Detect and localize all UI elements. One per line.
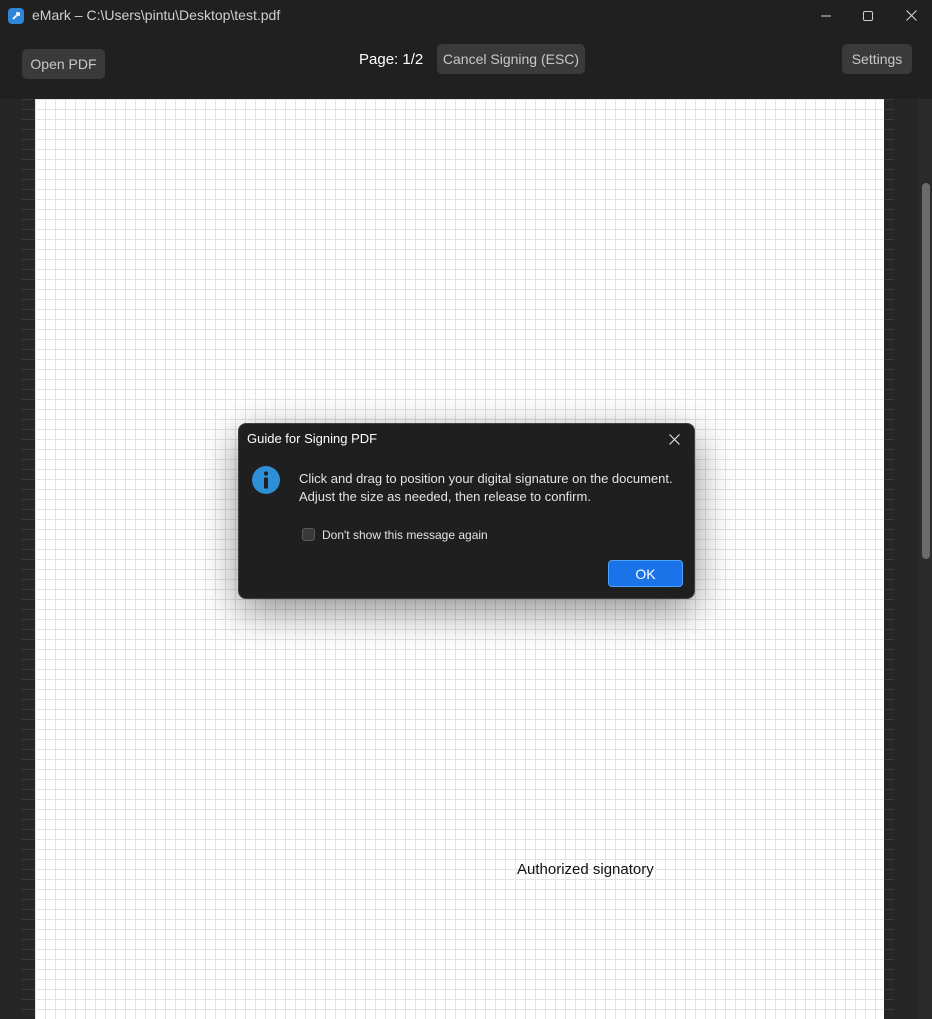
info-icon bbox=[252, 466, 280, 494]
window-title: eMark – C:\Users\pintu\Desktop\test.pdf bbox=[32, 7, 281, 23]
toolbar: Open PDF Page: 1/2 Cancel Signing (ESC) … bbox=[0, 31, 932, 99]
maximize-icon bbox=[863, 10, 873, 21]
signing-guide-dialog: Guide for Signing PDF Click and drag to … bbox=[238, 423, 695, 599]
app-window: eMark – C:\Users\pintu\Desktop\test.pdf … bbox=[0, 0, 932, 1019]
minimize-button[interactable] bbox=[804, 0, 848, 31]
dont-show-again-label[interactable]: Don't show this message again bbox=[322, 528, 488, 542]
close-icon bbox=[905, 10, 917, 21]
dialog-close-button[interactable] bbox=[663, 428, 685, 450]
dialog-message: Click and drag to position your digital … bbox=[299, 470, 673, 506]
open-pdf-button[interactable]: Open PDF bbox=[22, 49, 105, 79]
title-bar: eMark – C:\Users\pintu\Desktop\test.pdf bbox=[0, 0, 932, 31]
maximize-button[interactable] bbox=[846, 0, 890, 31]
dont-show-again-checkbox[interactable] bbox=[302, 528, 315, 541]
dialog-title: Guide for Signing PDF bbox=[247, 431, 378, 446]
minimize-icon bbox=[821, 15, 831, 16]
page-indicator: Page: 1/2 bbox=[359, 51, 424, 68]
signatory-text: Authorized signatory bbox=[517, 861, 654, 878]
settings-button[interactable]: Settings bbox=[842, 44, 912, 74]
dialog-message-line-2: Adjust the size as needed, then release … bbox=[299, 489, 591, 504]
app-logo-icon bbox=[8, 8, 24, 24]
scrollbar-thumb[interactable] bbox=[922, 183, 930, 559]
cancel-signing-button[interactable]: Cancel Signing (ESC) bbox=[437, 44, 585, 74]
dialog-message-line-1: Click and drag to position your digital … bbox=[299, 471, 673, 486]
ok-button[interactable]: OK bbox=[608, 560, 683, 587]
close-button[interactable] bbox=[889, 0, 932, 31]
close-icon bbox=[668, 433, 680, 445]
page-margin-right bbox=[884, 99, 894, 1019]
page-margin-left bbox=[22, 99, 35, 1019]
